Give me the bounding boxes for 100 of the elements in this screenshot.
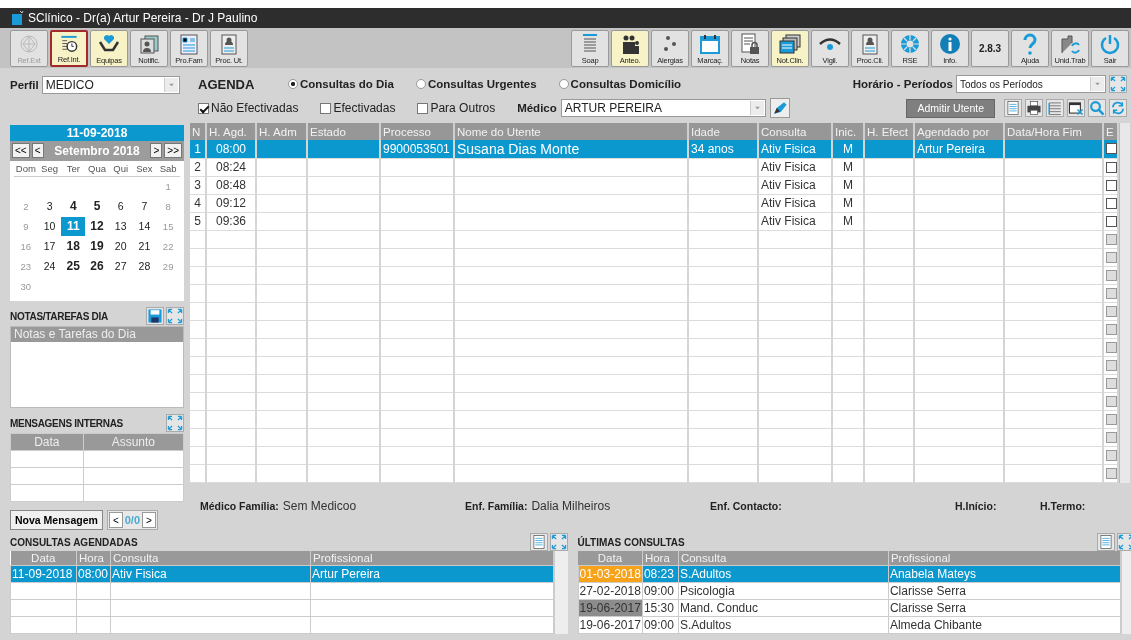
weekday-label: Dom: [14, 162, 37, 174]
expand-icon[interactable]: [1117, 533, 1131, 551]
document-icon[interactable]: [1004, 99, 1022, 117]
field-value: Dalia Milheiros: [531, 499, 611, 513]
next-button[interactable]: >: [142, 512, 156, 528]
calendar-nav-button[interactable]: >>: [164, 143, 182, 159]
profile-dropdown[interactable]: MEDICO: [41, 75, 180, 94]
document-icon[interactable]: [1097, 533, 1115, 551]
calendar-day[interactable]: 13: [108, 217, 133, 237]
network-icon: [18, 32, 40, 55]
calendar-day[interactable]: 10: [37, 217, 62, 237]
calendar-day[interactable]: 7: [132, 197, 157, 217]
radio-button[interactable]: [558, 79, 569, 89]
table-row[interactable]: 19-06-2017 15:30 Mand. Conduc Clarisse Serra: [578, 599, 1121, 616]
column-header: Hora: [76, 551, 111, 565]
column-header: Nome do Utente: [454, 123, 688, 140]
doctor-dropdown[interactable]: ARTUR PEREIRA: [560, 99, 766, 117]
checkbox[interactable]: [198, 102, 209, 114]
radio-label: Consultas Urgentes: [427, 78, 537, 90]
table-row[interactable]: 5 09:36 Ativ Fisica M: [190, 212, 1118, 231]
refresh-icon[interactable]: [1109, 99, 1127, 117]
calendar-nav-button[interactable]: <<: [12, 143, 30, 159]
doctor-label: Médico: [517, 102, 557, 114]
scrollbar[interactable]: [1121, 551, 1131, 634]
app-logo-icon: [12, 11, 24, 25]
table-cell: Mand. Conduc: [678, 599, 889, 616]
table-cell: 4: [190, 194, 206, 213]
scrollbar[interactable]: [1119, 123, 1130, 483]
table-cell: 19-06-2017: [578, 616, 643, 633]
table-row[interactable]: 27-02-2018 09:00 Psicologia Clarisse Serra: [578, 582, 1121, 599]
calendar-day[interactable]: 19: [85, 237, 109, 257]
calendar-day[interactable]: 24: [37, 257, 62, 277]
calendar-day[interactable]: 26: [85, 257, 109, 277]
calendar-nav-button[interactable]: <: [31, 143, 44, 159]
table-row[interactable]: 2 08:24 Ativ Fisica M: [190, 158, 1118, 177]
table-cell: 08:23: [642, 565, 679, 582]
person-card-icon: [859, 32, 881, 55]
table-row[interactable]: 3 08:48 Ativ Fisica M: [190, 176, 1118, 195]
calendar-day[interactable]: 14: [132, 217, 157, 237]
table-cell: 01-03-2018: [578, 565, 643, 582]
table-cell: M: [832, 140, 864, 159]
field-label: Enf. Família:: [465, 500, 528, 512]
previous-button[interactable]: <: [108, 512, 123, 528]
calendar-nav-button[interactable]: >: [150, 143, 163, 159]
printer-icon[interactable]: [1025, 99, 1043, 117]
expand-icon[interactable]: [1109, 75, 1127, 93]
calendar-day[interactable]: 5: [85, 197, 109, 217]
checkbox[interactable]: [1106, 143, 1117, 155]
document-icon[interactable]: [529, 533, 548, 551]
toolbar-button[interactable]: 2.8.3: [971, 29, 1009, 67]
pencil-icon[interactable]: [769, 98, 790, 118]
new-message-button[interactable]: Nova Mensagem: [10, 510, 103, 530]
checkbox[interactable]: [417, 102, 429, 114]
checkbox[interactable]: [1106, 215, 1117, 227]
weekday-label: Ter: [65, 162, 81, 174]
calendar-day[interactable]: 25: [61, 257, 86, 277]
checkbox[interactable]: [320, 102, 332, 114]
column-header: N: [190, 123, 206, 140]
table-cell: 08:24: [206, 158, 256, 177]
periods-dropdown[interactable]: Todos os Períodos: [956, 75, 1106, 93]
table-row[interactable]: 19-06-2017 09:00 S.Adultos Almeda Chibante: [578, 616, 1121, 633]
expand-icon[interactable]: [166, 414, 184, 433]
radio-button[interactable]: [288, 79, 298, 89]
table-cell: Ativ Fisica: [758, 176, 832, 195]
person-card-icon: [218, 32, 240, 55]
table-cell: Ativ Fisica: [758, 140, 832, 159]
calendar-day[interactable]: 12: [85, 217, 109, 237]
table-cell: 9900053501: [380, 140, 454, 159]
page-count: 0/0: [124, 514, 140, 526]
calendar-day[interactable]: 21: [132, 237, 157, 257]
table-row[interactable]: 4 09:12 Ativ Fisica M: [190, 194, 1118, 213]
field-value: Sem Medicoo: [282, 499, 357, 513]
calendar-day[interactable]: 6: [108, 197, 133, 217]
calendar-cross-icon[interactable]: [1067, 99, 1085, 117]
calendar-day[interactable]: 4: [61, 197, 86, 217]
table-cell: 34 anos: [688, 140, 758, 159]
expand-icon[interactable]: [549, 533, 568, 551]
calendar-day[interactable]: 18: [61, 237, 86, 257]
gear-icon: [899, 32, 921, 55]
calendar-day[interactable]: 3: [37, 197, 62, 217]
weekday-label: Seg: [40, 162, 59, 174]
calendar-day[interactable]: 20: [108, 237, 133, 257]
document-lock-icon: [739, 32, 761, 55]
calendar-day[interactable]: 27: [108, 257, 133, 277]
column-header: Processo: [380, 123, 454, 140]
checkbox[interactable]: [1106, 179, 1117, 191]
column-header: Profissional: [310, 551, 553, 565]
field-label: Médico Família:: [200, 500, 279, 512]
radio-button[interactable]: [415, 79, 426, 89]
save-icon[interactable]: [146, 307, 164, 326]
document-clock-icon: [58, 33, 80, 55]
table-cell: 09:00: [642, 582, 679, 599]
checkbox[interactable]: [1106, 161, 1117, 173]
admit-button[interactable]: Admitir Utente: [906, 98, 995, 118]
column-header: Data: [578, 551, 643, 565]
calendar-day[interactable]: 17: [37, 237, 62, 257]
column-header: Consulta: [758, 123, 832, 140]
checkbox[interactable]: [1106, 197, 1117, 209]
table-cell: S.Adultos: [678, 565, 889, 582]
calendar-day[interactable]: 28: [132, 257, 157, 277]
